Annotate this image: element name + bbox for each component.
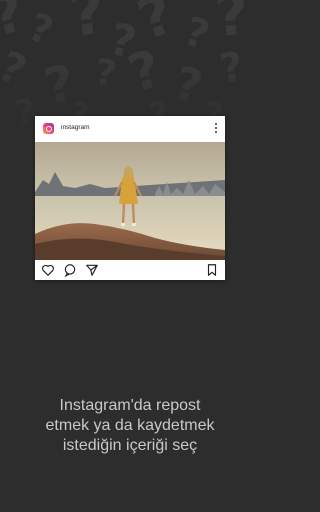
post-actions — [35, 260, 225, 280]
post-photo — [35, 142, 225, 260]
post-header: instagram — [35, 116, 225, 142]
share-icon[interactable] — [85, 263, 99, 277]
caption-line-2: etmek ya da kaydetmek — [45, 417, 215, 434]
onboarding-caption: Instagram'da repost etmek ya da kaydetme… — [0, 396, 260, 456]
heart-icon[interactable] — [41, 263, 55, 277]
more-vertical-icon[interactable] — [213, 123, 219, 135]
bookmark-icon[interactable] — [205, 263, 219, 277]
comment-icon[interactable] — [63, 263, 77, 277]
instagram-logo-icon — [43, 123, 54, 134]
instagram-post-card[interactable]: instagram — [35, 116, 225, 280]
caption-line-1: Instagram'da repost — [59, 397, 201, 414]
caption-line-3: istediğin içeriği seç — [62, 437, 198, 454]
account-name: instagram — [61, 124, 90, 131]
